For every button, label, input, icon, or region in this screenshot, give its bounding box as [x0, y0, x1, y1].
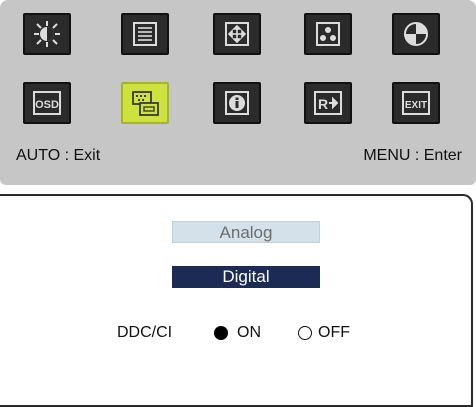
auto-exit-hint: AUTO : Exit [16, 147, 101, 164]
menu-icon-grid: OSD R EXIT [0, 0, 476, 140]
ddc-ci-row: DDC/CI ON OFF [0, 321, 476, 345]
menu-enter-hint: MENU : Enter [363, 147, 462, 164]
picture-list-icon[interactable] [121, 13, 169, 55]
ddc-on-radio[interactable] [214, 326, 228, 340]
reset-icon[interactable]: R [304, 82, 352, 124]
image-adjust-icon[interactable] [392, 13, 440, 55]
ddc-off-radio[interactable] [298, 326, 312, 340]
info-icon[interactable] [213, 82, 261, 124]
svg-text:R: R [318, 96, 328, 112]
color-icon[interactable] [304, 13, 352, 55]
osd-menu-panel: OSD R EXIT AUTO: Exit MENU: Enter [0, 0, 476, 185]
ddc-off-label[interactable]: OFF [318, 324, 350, 342]
digital-option[interactable]: Digital [172, 266, 320, 288]
position-icon[interactable] [213, 13, 261, 55]
osd-icon-text: OSD [35, 99, 59, 111]
ddc-ci-label: DDC/CI [117, 324, 173, 341]
exit-icon-text: EXIT [405, 100, 427, 111]
brightness-icon[interactable] [23, 13, 71, 55]
osd-icon[interactable]: OSD [23, 82, 71, 124]
analog-option[interactable]: Analog [172, 221, 320, 243]
input-select-icon[interactable] [121, 82, 169, 124]
exit-icon[interactable]: EXIT [392, 82, 440, 124]
ddc-on-label[interactable]: ON [237, 324, 261, 342]
